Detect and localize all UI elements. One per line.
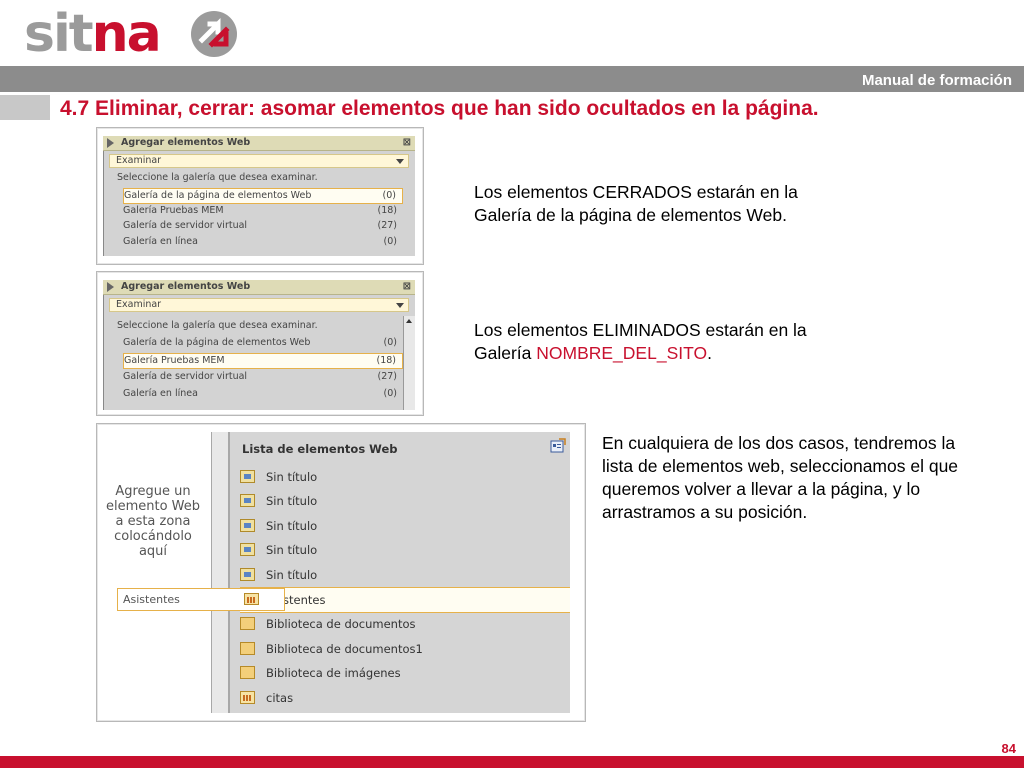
sitna-logo: sitna bbox=[24, 8, 244, 60]
manual-label: Manual de formación bbox=[861, 72, 1012, 89]
scroll-up-icon[interactable] bbox=[406, 319, 412, 323]
gallery-row-mem[interactable]: Galería Pruebas MEM (18) bbox=[123, 204, 403, 218]
logo-arrows-icon bbox=[191, 11, 237, 57]
expand-triangle-icon[interactable] bbox=[107, 138, 114, 148]
drag-instructions-text: En cualquiera de los dos casos, tendremo… bbox=[602, 433, 959, 522]
list-item[interactable]: citas bbox=[240, 686, 570, 710]
list-icon bbox=[244, 593, 259, 605]
view-select[interactable]: Examinar bbox=[109, 298, 409, 312]
chevron-down-icon bbox=[396, 159, 404, 164]
web-parts-list-panel: Lista de elementos Web Sin título Sin tí… bbox=[229, 432, 570, 713]
add-web-parts-panel: Agregar elementos Web ⊠ Examinar Selecci… bbox=[103, 136, 415, 256]
gallery-row-mem[interactable]: Galería Pruebas MEM (18) bbox=[123, 353, 403, 369]
list-item[interactable]: Sin título bbox=[240, 538, 570, 562]
panel-title: Agregar elementos Web ⊠ bbox=[103, 280, 415, 295]
dragged-web-part[interactable]: Asistentes bbox=[117, 588, 285, 611]
add-web-parts-panel: Agregar elementos Web ⊠ Examinar Selecci… bbox=[103, 280, 415, 410]
zone-divider bbox=[211, 432, 229, 713]
close-icon[interactable]: ⊠ bbox=[403, 280, 411, 294]
vertical-scrollbar[interactable] bbox=[403, 316, 415, 410]
list-item[interactable]: Biblioteca de imágenes bbox=[240, 661, 570, 685]
web-part-icon bbox=[240, 470, 255, 483]
gallery-prompt: Seleccione la galería que desea examinar… bbox=[117, 320, 318, 331]
closed-elements-text: Los elementos CERRADOS estarán en la Gal… bbox=[474, 182, 798, 225]
panel-title: Agregar elementos Web ⊠ bbox=[103, 136, 415, 151]
title-marker bbox=[0, 95, 50, 120]
list-item[interactable]: Sin título bbox=[240, 514, 570, 538]
list-item[interactable]: Biblioteca de documentos bbox=[240, 612, 570, 636]
library-icon bbox=[240, 617, 255, 630]
gallery-row-online[interactable]: Galería en línea (0) bbox=[123, 235, 403, 249]
calendar-icon bbox=[240, 691, 255, 704]
list-item[interactable]: Sin título bbox=[240, 465, 570, 489]
web-part-icon bbox=[240, 543, 255, 556]
screenshot-web-parts-list: Agregue un elemento Web a esta zona colo… bbox=[96, 423, 586, 722]
chevron-down-icon bbox=[396, 303, 404, 308]
gallery-row-page[interactable]: Galería de la página de elementos Web (0) bbox=[123, 188, 403, 204]
slide-title: 4.7 Eliminar, cerrar: asomar elementos q… bbox=[60, 97, 819, 120]
gallery-prompt: Seleccione la galería que desea examinar… bbox=[117, 172, 318, 183]
list-item[interactable]: Sin título bbox=[240, 489, 570, 513]
footer-bar bbox=[0, 756, 1024, 768]
gallery-row-server[interactable]: Galería de servidor virtual (27) bbox=[123, 370, 403, 384]
library-icon bbox=[240, 642, 255, 655]
expand-triangle-icon[interactable] bbox=[107, 282, 114, 292]
deleted-elements-text: Los elementos ELIMINADOS estarán en la G… bbox=[474, 320, 807, 363]
drop-zone-text: Agregue un elemento Web a esta zona colo… bbox=[105, 484, 201, 559]
library-icon bbox=[240, 666, 255, 679]
close-icon[interactable]: ⊠ bbox=[403, 136, 411, 150]
web-part-icon bbox=[240, 519, 255, 532]
web-part-icon bbox=[240, 568, 255, 581]
list-options-icon[interactable] bbox=[550, 438, 566, 454]
gallery-row-server[interactable]: Galería de servidor virtual (27) bbox=[123, 219, 403, 233]
web-part-icon bbox=[240, 494, 255, 507]
list-item[interactable]: Sin título bbox=[240, 563, 570, 587]
view-select[interactable]: Examinar bbox=[109, 154, 409, 168]
list-item[interactable]: Biblioteca de documentos1 bbox=[240, 637, 570, 661]
screenshot-closed-gallery: Agregar elementos Web ⊠ Examinar Selecci… bbox=[96, 127, 424, 265]
gallery-row-online[interactable]: Galería en línea (0) bbox=[123, 387, 403, 401]
gallery-row-page[interactable]: Galería de la página de elementos Web (0) bbox=[123, 336, 403, 350]
screenshot-deleted-gallery: Agregar elementos Web ⊠ Examinar Selecci… bbox=[96, 271, 424, 416]
list-title: Lista de elementos Web bbox=[242, 442, 398, 456]
page-number: 84 bbox=[1001, 741, 1016, 756]
list-item-selected[interactable]: Asistentes bbox=[240, 587, 570, 613]
